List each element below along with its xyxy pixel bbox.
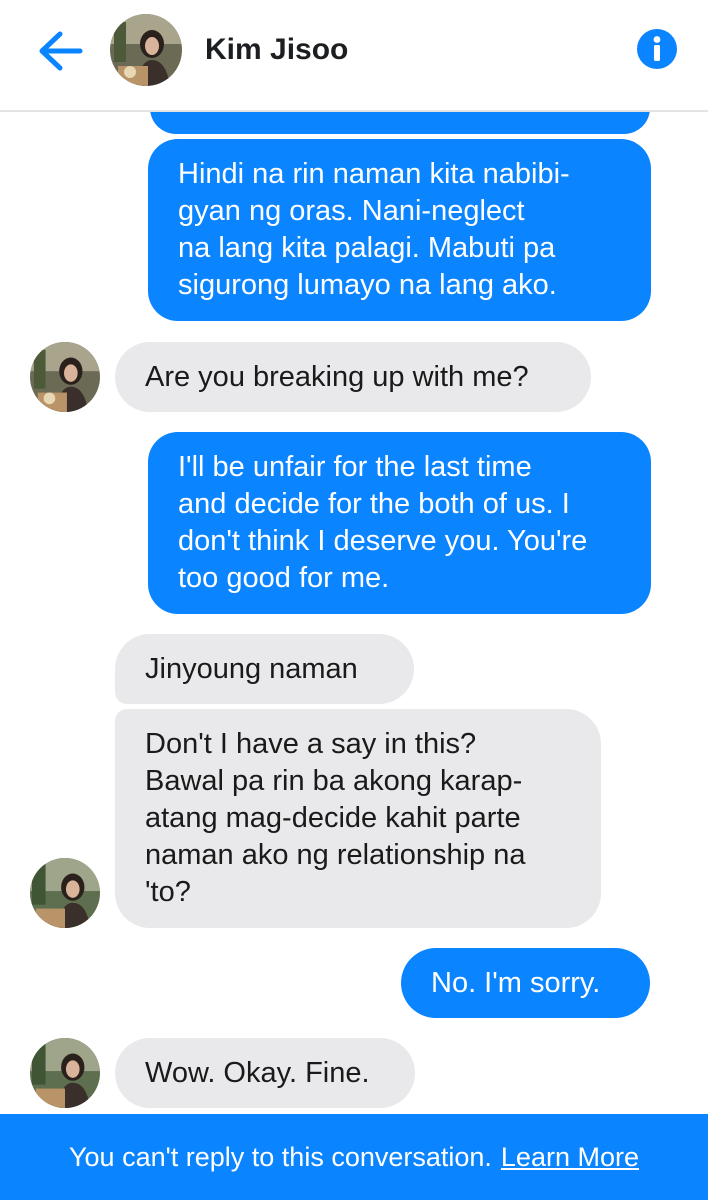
message-bubble-incoming[interactable]: Are you breaking up with me? <box>115 342 591 412</box>
cannot-reply-banner: You can't reply to this conversation. Le… <box>0 1114 708 1200</box>
message-text: Don't I have a say in this? Bawal pa rin… <box>145 728 526 908</box>
message-bubble-incoming[interactable]: Jinyoung naman <box>115 634 414 704</box>
message-bubble-outgoing[interactable]: Hindi na rin naman kita nabibi- gyan ng … <box>148 139 651 321</box>
info-icon <box>637 29 677 69</box>
sender-avatar[interactable] <box>30 858 100 928</box>
message-bubble-incoming[interactable]: Don't I have a say in this? Bawal pa rin… <box>115 709 601 928</box>
learn-more-link[interactable]: Learn More <box>501 1142 639 1173</box>
message-text: Wow. Okay. Fine. <box>145 1056 370 1089</box>
arrow-left-icon <box>39 31 83 71</box>
message-bubble-outgoing-partial[interactable] <box>150 112 650 134</box>
conversation-header: Kim Jisoo <box>0 0 708 112</box>
cannot-reply-notice: You can't reply to this conversation. <box>69 1141 492 1172</box>
back-button[interactable] <box>36 28 86 74</box>
sender-avatar[interactable] <box>30 342 100 412</box>
message-bubble-outgoing[interactable]: No. I'm sorry. <box>401 948 650 1018</box>
message-bubble-incoming[interactable]: Wow. Okay. Fine. <box>115 1038 415 1108</box>
sender-avatar[interactable] <box>30 1038 100 1108</box>
message-text: Jinyoung naman <box>145 652 358 685</box>
info-button[interactable] <box>636 28 678 70</box>
message-bubble-outgoing[interactable]: I'll be unfair for the last time and dec… <box>148 432 651 614</box>
contact-avatar[interactable] <box>110 14 182 86</box>
message-text: I'll be unfair for the last time and dec… <box>178 451 588 594</box>
message-text: Are you breaking up with me? <box>145 360 529 393</box>
message-text: No. I'm sorry. <box>431 966 601 999</box>
message-text: Hindi na rin naman kita nabibi- gyan ng … <box>178 158 570 301</box>
contact-name[interactable]: Kim Jisoo <box>205 33 348 67</box>
message-thread[interactable]: Hindi na rin naman kita nabibi- gyan ng … <box>0 112 708 1114</box>
